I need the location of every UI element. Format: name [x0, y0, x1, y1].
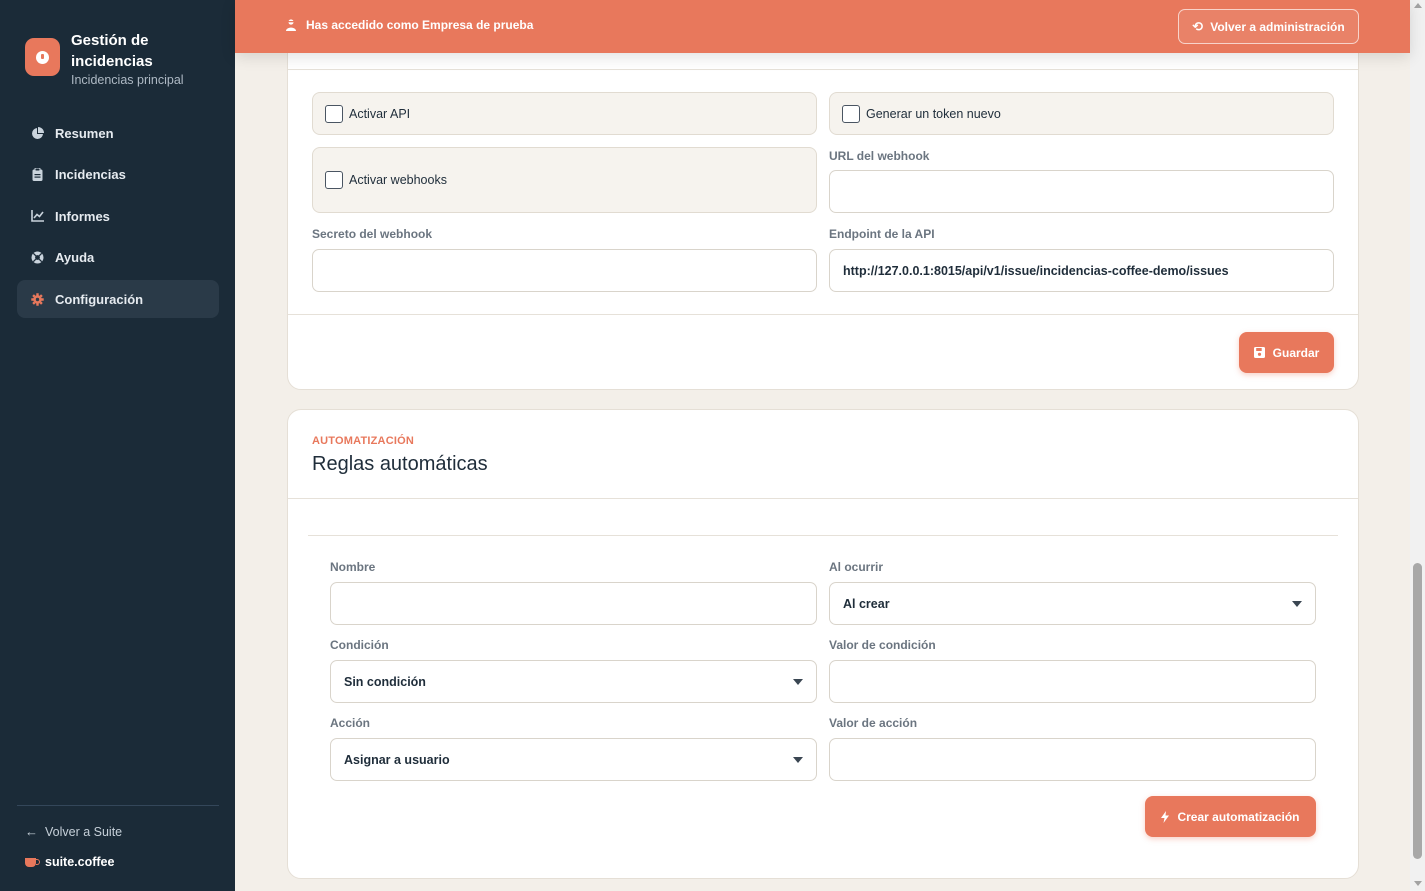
activate-api-label: Activar API [349, 106, 411, 121]
checkbox-square[interactable] [842, 104, 860, 123]
automation-card: AUTOMATIZACIÓN Reglas automáticas Nombre… [287, 409, 1359, 879]
scroll-up-arrow[interactable] [1414, 3, 1422, 8]
back-to-admin-button[interactable]: ⟲ Volver a administración [1178, 9, 1359, 44]
suite-brand-label: suite.coffee [45, 855, 115, 869]
sidebar-item-informes[interactable]: Informes [17, 197, 219, 235]
scroll-thumb[interactable] [1413, 563, 1422, 859]
sidebar-nav: Resumen Incidencias Informes Ayuda Confi… [17, 114, 219, 322]
user-secret-icon [286, 19, 296, 31]
gear-icon [31, 293, 44, 306]
chevron-down-icon [793, 679, 803, 685]
card-divider [288, 314, 1358, 315]
sidebar-item-label: Configuración [55, 291, 144, 307]
back-to-suite-link[interactable]: ← Volver a Suite [25, 824, 122, 839]
action-value-input[interactable] [829, 738, 1316, 781]
rule-name-label: Nombre [330, 560, 376, 574]
condition-select[interactable]: Sin condición [330, 660, 817, 703]
condition-selected-value: Sin condición [344, 674, 426, 689]
create-automation-label: Crear automatización [1177, 809, 1300, 824]
sidebar: Gestión de incidencias Incidencias princ… [0, 0, 235, 891]
sidebar-item-incidencias[interactable]: Incidencias [17, 156, 219, 194]
save-label: Guardar [1272, 345, 1320, 360]
create-automation-button[interactable]: Crear automatización [1145, 796, 1316, 837]
sidebar-divider [17, 805, 219, 806]
sidebar-item-resumen[interactable]: Resumen [17, 114, 219, 152]
new-token-label: Generar un token nuevo [866, 106, 1001, 121]
webhook-secret-input[interactable] [312, 249, 817, 292]
chevron-down-icon [793, 757, 803, 763]
impersonation-banner: Has accedido como Empresa de prueba ⟲ Vo… [235, 0, 1410, 53]
brand: Gestión de incidencias Incidencias princ… [25, 30, 184, 87]
condition-value-input[interactable] [829, 660, 1316, 703]
condition-label: Condición [330, 638, 389, 652]
trigger-label: Al ocurrir [829, 560, 884, 574]
card-divider [288, 498, 1358, 499]
action-label: Acción [330, 716, 371, 730]
undo-icon: ⟲ [1192, 18, 1204, 34]
coffee-cup-icon [25, 857, 40, 867]
sidebar-item-label: Incidencias [55, 167, 126, 183]
action-select[interactable]: Asignar a usuario [330, 738, 817, 781]
lightning-icon [1161, 810, 1170, 823]
sidebar-item-label: Resumen [55, 125, 114, 141]
webhook-secret-label: Secreto del webhook [312, 227, 433, 241]
action-selected-value: Asignar a usuario [344, 752, 450, 767]
app-title: Gestión de incidencias [71, 32, 153, 70]
condition-value-label: Valor de condición [829, 638, 936, 652]
banner-message: Has accedido como Empresa de prueba [286, 18, 533, 32]
api-settings-card: Activar API Generar un token nuevo Activ… [287, 30, 1359, 390]
save-button[interactable]: Guardar [1239, 332, 1334, 373]
pie-chart-icon [31, 126, 44, 140]
chevron-down-icon [1292, 601, 1302, 607]
activate-webhooks-checkbox[interactable]: Activar webhooks [312, 147, 817, 213]
sidebar-item-label: Ayuda [55, 250, 95, 266]
form-divider [308, 535, 1338, 536]
sidebar-item-configuracion[interactable]: Configuración [17, 280, 219, 319]
sidebar-item-ayuda[interactable]: Ayuda [17, 239, 219, 277]
app-subtitle: Incidencias principal [71, 73, 184, 87]
sidebar-item-label: Informes [55, 208, 110, 224]
back-to-admin-label: Volver a administración [1210, 19, 1345, 34]
section-title: Reglas automáticas [312, 453, 488, 475]
card-divider [288, 69, 1358, 70]
api-endpoint-label: Endpoint de la API [829, 227, 935, 241]
alert-icon [25, 38, 60, 76]
banner-message-text: Has accedido como Empresa de prueba [306, 18, 534, 32]
arrow-left-icon: ← [25, 824, 38, 839]
webhook-url-input[interactable] [829, 170, 1334, 213]
activate-webhooks-label: Activar webhooks [349, 173, 447, 187]
clipboard-icon [31, 168, 44, 182]
webhook-url-label: URL del webhook [829, 149, 930, 163]
suite-brand: suite.coffee [25, 855, 114, 869]
page-scrollbar[interactable] [1410, 0, 1425, 891]
action-value-label: Valor de acción [829, 716, 918, 730]
trigger-selected-value: Al crear [843, 596, 890, 611]
activate-api-checkbox[interactable]: Activar API [312, 92, 817, 135]
line-chart-icon [31, 210, 44, 223]
save-icon [1253, 347, 1265, 358]
api-endpoint-input[interactable] [829, 249, 1334, 292]
back-to-suite-label: Volver a Suite [45, 824, 123, 839]
checkbox-square[interactable] [325, 171, 343, 189]
scroll-down-arrow[interactable] [1414, 881, 1422, 886]
help-icon [31, 251, 44, 264]
new-token-checkbox[interactable]: Generar un token nuevo [829, 92, 1334, 135]
checkbox-square[interactable] [325, 104, 343, 123]
rule-name-input[interactable] [330, 582, 817, 625]
section-eyebrow: AUTOMATIZACIÓN [312, 435, 414, 447]
trigger-select[interactable]: Al crear [829, 582, 1316, 625]
